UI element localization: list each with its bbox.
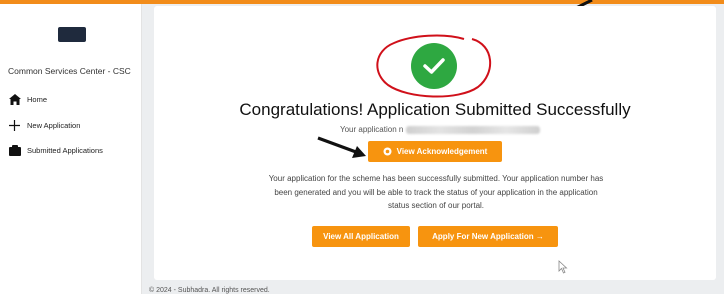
sidebar: Common Services Center - CSC Home New Ap… <box>0 4 142 294</box>
view-all-applications-button[interactable]: View All Application <box>312 226 410 247</box>
logo <box>58 27 86 42</box>
annotation-arrow <box>317 136 366 158</box>
application-number-label: Your application n <box>340 125 404 134</box>
sidebar-item-submitted-applications[interactable]: Submitted Applications <box>8 144 103 156</box>
sidebar-item-new-application[interactable]: New Application <box>8 119 80 131</box>
home-icon <box>8 93 21 105</box>
plus-icon <box>8 119 21 131</box>
sidebar-item-label: Submitted Applications <box>27 145 103 155</box>
folder-icon <box>8 144 21 156</box>
eye-icon <box>383 147 392 156</box>
brand-name: Common Services Center - CSC <box>8 66 131 76</box>
view-acknowledgement-button[interactable]: View Acknowledgement <box>368 141 502 162</box>
page-title: Congratulations! Application Submitted S… <box>239 100 631 119</box>
sidebar-item-label: Home <box>27 94 48 104</box>
application-number: Your application n <box>340 125 541 134</box>
mouse-cursor-icon <box>558 260 568 274</box>
view-acknowledgement-label: View Acknowledgement <box>396 147 488 156</box>
footer-copyright: © 2024 - Subhadra. All rights reserved. <box>149 287 270 294</box>
check-circle-icon <box>411 43 457 89</box>
confirmation-card: Congratulations! Application Submitted S… <box>154 6 716 280</box>
confirmation-message: Your application for the scheme has been… <box>268 174 604 210</box>
redacted-number <box>406 125 541 134</box>
sidebar-item-label: New Application <box>27 120 81 130</box>
apply-new-application-button[interactable]: Apply For New Application → <box>418 226 558 247</box>
sidebar-item-home[interactable]: Home <box>8 93 47 105</box>
